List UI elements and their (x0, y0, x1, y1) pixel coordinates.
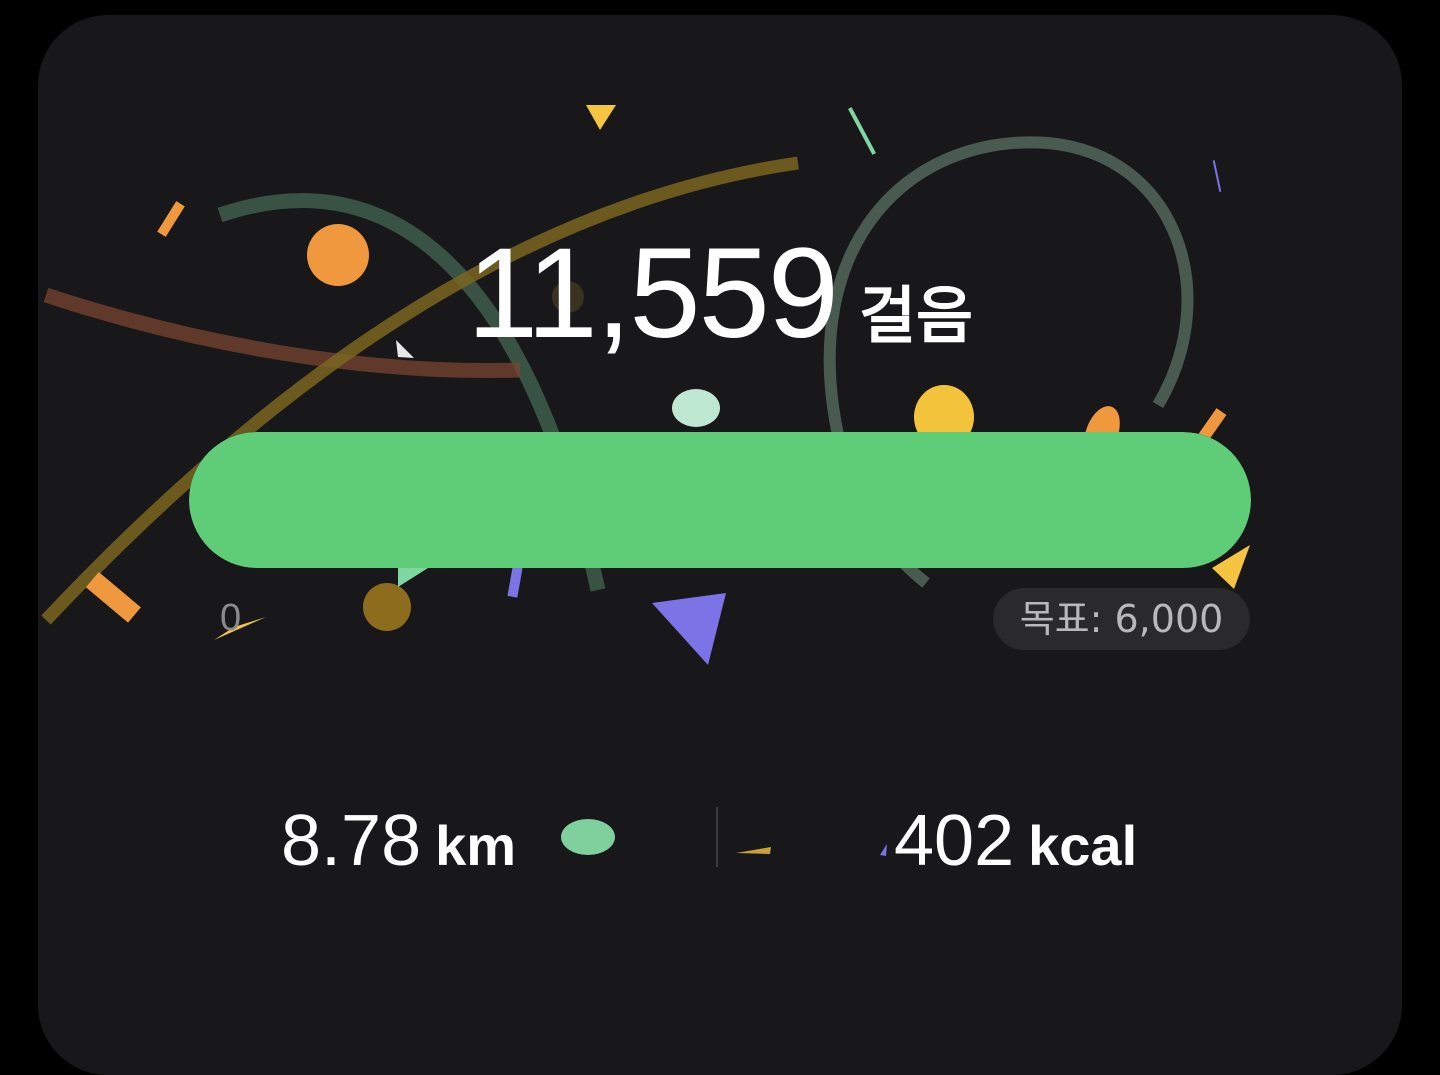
distance-stat: 8.78 km (281, 800, 516, 882)
confetti-purple-triangle (652, 593, 726, 665)
goal-badge: 목표: 6,000 (993, 588, 1250, 650)
step-progress-fill (189, 432, 1251, 568)
steps-card[interactable]: 11,559 걸음 0 목표: 6,000 8.78 km 402 kcal (38, 15, 1402, 1075)
confetti-mint-strip (848, 107, 876, 155)
step-count-display: 11,559 걸음 (38, 220, 1402, 367)
confetti-orange-rect (85, 571, 141, 623)
confetti-gold-triangle (736, 847, 771, 854)
confetti-purple-thin (1212, 160, 1222, 192)
progress-min-label: 0 (220, 597, 242, 639)
stats-divider (716, 807, 718, 867)
calories-unit: kcal (1028, 814, 1138, 877)
step-progress-bar (189, 432, 1251, 568)
step-count-unit: 걸음 (858, 279, 974, 352)
confetti-mint-oval-2 (561, 819, 615, 855)
confetti-mint-oval (672, 389, 720, 427)
confetti-purple-triangle-2 (880, 844, 887, 856)
step-count-value: 11,559 (466, 222, 839, 365)
confetti-yellow-triangle (586, 105, 616, 130)
distance-unit: km (435, 814, 517, 877)
calories-stat: 402 kcal (894, 800, 1137, 882)
calories-value: 402 (894, 801, 1015, 881)
confetti-olive-dot (363, 583, 411, 631)
confetti-purple-strip (507, 566, 523, 598)
distance-value: 8.78 (281, 801, 422, 881)
confetti-mint-triangle (398, 568, 428, 587)
